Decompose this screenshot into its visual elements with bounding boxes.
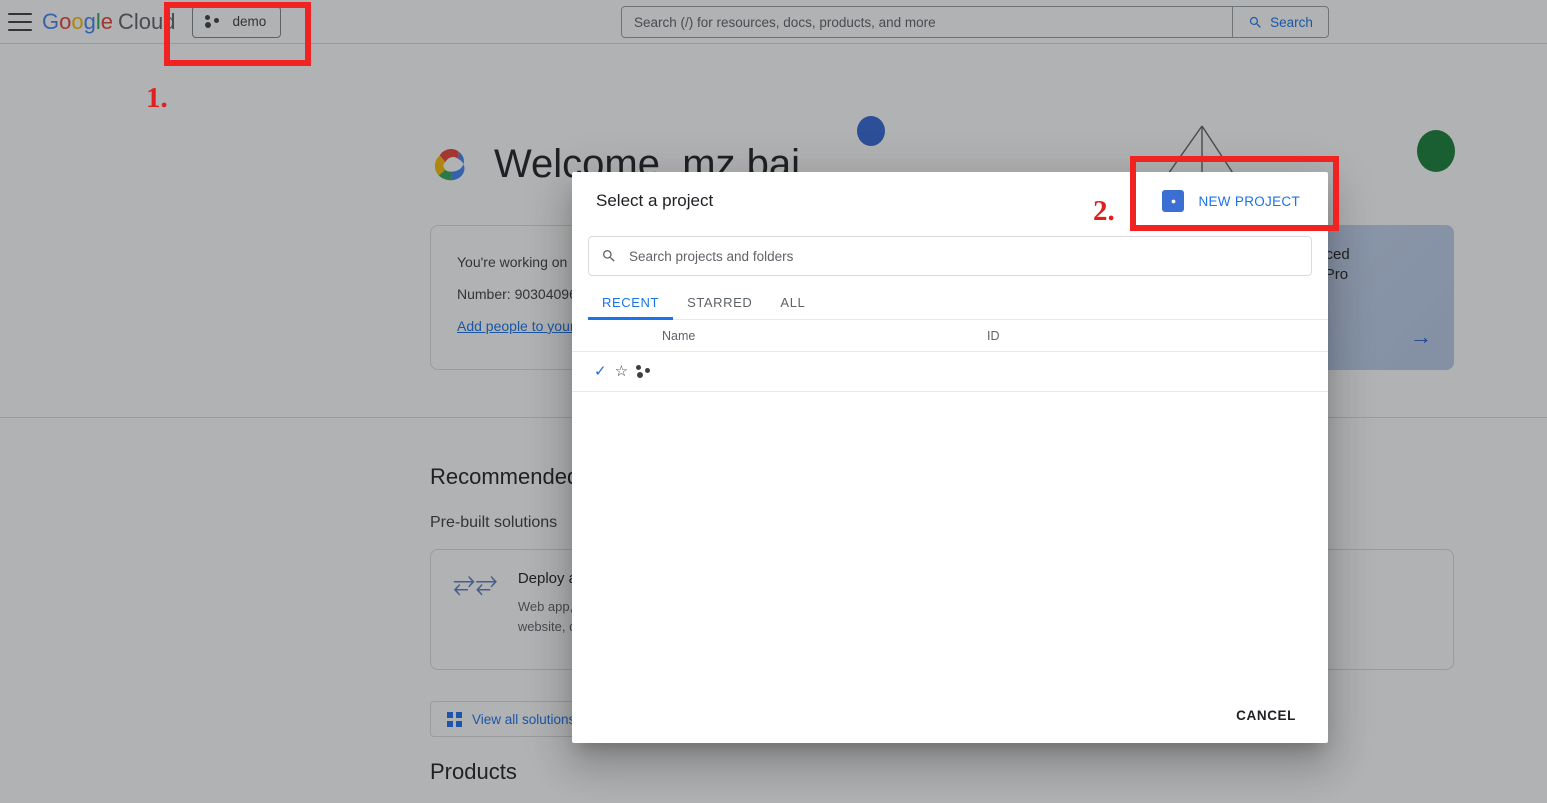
project-search-input[interactable] [627, 247, 1299, 265]
dialog-footer: CANCEL [572, 687, 1328, 743]
project-dots-icon [636, 364, 651, 379]
dialog-tabs: RECENT STARRED ALL [588, 286, 1328, 320]
cancel-button[interactable]: CANCEL [1228, 700, 1304, 731]
row-icons: ✓ ☆ [572, 364, 662, 379]
dialog-title: Select a project [596, 191, 714, 210]
search-icon [603, 250, 615, 262]
table-header-row: Name ID [572, 320, 1328, 352]
table-row[interactable]: ✓ ☆ [572, 352, 1328, 392]
app-root: Google Cloud demo Search (/) for resourc… [0, 0, 1547, 803]
project-search-field [588, 236, 1312, 276]
dialog-header: Select a project NEW PROJECT [572, 172, 1328, 230]
new-project-button-label: NEW PROJECT [1198, 193, 1300, 209]
table-header-id: ID [987, 328, 1000, 343]
tab-all[interactable]: ALL [766, 295, 819, 319]
annotation-number-step-2: 2. [1093, 195, 1115, 227]
project-table: Name ID ✓ ☆ [572, 320, 1328, 676]
star-outline-icon[interactable]: ☆ [615, 364, 628, 379]
annotation-number-step-1: 1. [146, 82, 168, 114]
new-project-folder-gear-icon [1162, 190, 1185, 212]
check-icon: ✓ [594, 363, 607, 380]
tab-recent[interactable]: RECENT [588, 295, 674, 320]
tab-starred[interactable]: STARRED [673, 295, 766, 319]
table-header-name: Name [662, 328, 696, 343]
select-project-dialog: Select a project NEW PROJECT RECENT STAR… [572, 172, 1328, 743]
new-project-button[interactable]: NEW PROJECT [1150, 182, 1312, 220]
